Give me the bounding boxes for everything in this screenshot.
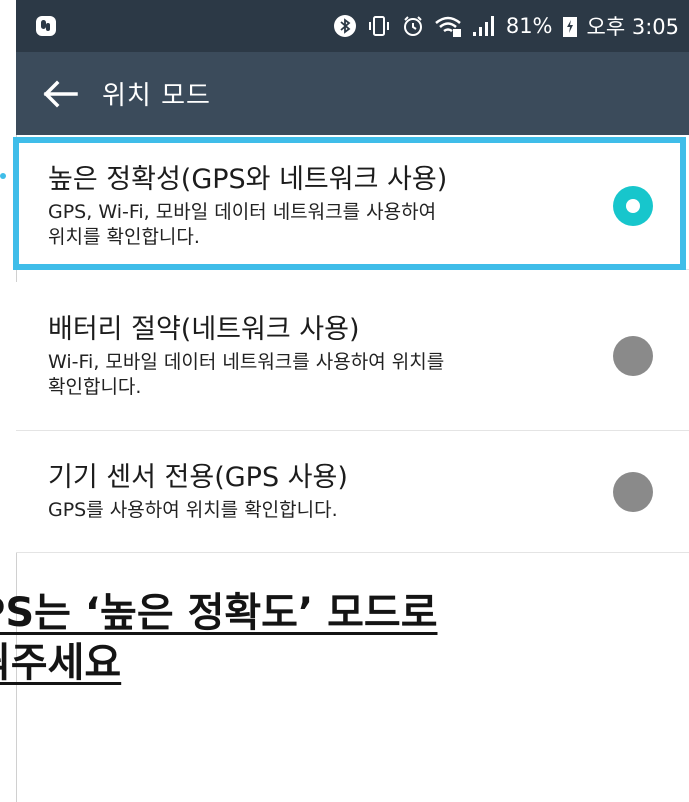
radio-button[interactable]: [613, 336, 653, 376]
option-description: Wi-Fi, 모바일 데이터 네트워크를 사용하여 위치를 확인합니다.: [48, 351, 445, 398]
bluetooth-icon: [333, 14, 357, 38]
back-button[interactable]: [40, 74, 80, 114]
vibrate-icon: [366, 14, 392, 38]
app-logo-icon: [34, 14, 58, 38]
caption-line-2: 꿔주세요: [0, 640, 122, 686]
option-title: 기기 센서 전용(GPS 사용): [48, 462, 348, 493]
option-description: GPS, Wi-Fi, 모바일 데이터 네트워크를 사용하여 위치를 확인합니다…: [48, 201, 437, 248]
app-bar: 위치 모드: [16, 52, 689, 135]
option-high-accuracy[interactable]: 높은 정확성(GPS와 네트워크 사용) GPS, Wi-Fi, 모바일 데이터…: [16, 143, 689, 270]
option-title: 배터리 절약(네트워크 사용): [48, 314, 360, 345]
arrow-left-icon: [43, 80, 78, 107]
page-title: 위치 모드: [102, 81, 211, 111]
option-battery-saving[interactable]: 배터리 절약(네트워크 사용) Wi-Fi, 모바일 데이터 네트워크를 사용하…: [16, 282, 689, 431]
caption-line-1: PS는 ‘높은 정확도’ 모드로: [0, 590, 438, 636]
option-title: 높은 정확성(GPS와 네트워크 사용): [48, 164, 448, 195]
battery-icon: [562, 14, 578, 38]
radio-button-selected[interactable]: [613, 186, 653, 226]
highlight-marker: [0, 173, 6, 179]
status-bar: 81% 오후 3:05: [16, 0, 689, 52]
battery-percent: 81%: [505, 14, 553, 38]
radio-button[interactable]: [613, 471, 653, 512]
alarm-icon: [401, 14, 425, 38]
clock: 오후 3:05: [586, 15, 679, 39]
option-description: GPS를 사용하여 위치를 확인합니다.: [48, 499, 338, 521]
instruction-caption: PS는 ‘높은 정확도’ 모드로 꿔주세요: [0, 588, 689, 688]
option-device-only[interactable]: 기기 센서 전용(GPS 사용) GPS를 사용하여 위치를 확인합니다.: [16, 431, 689, 553]
wifi-icon: [434, 14, 462, 38]
signal-icon: [471, 14, 497, 38]
